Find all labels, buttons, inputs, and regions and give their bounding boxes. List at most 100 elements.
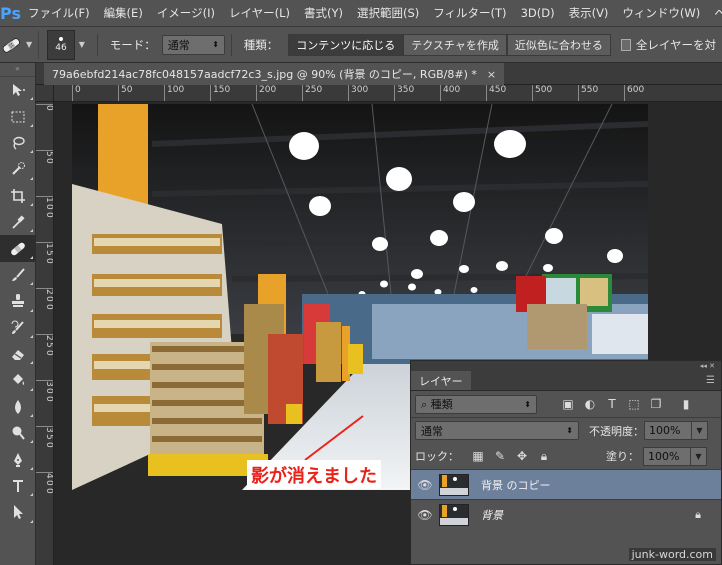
menu-bar: Ps ファイル(F) 編集(E) イメージ(I) レイヤー(L) 書式(Y) 選… bbox=[0, 0, 722, 27]
clone-stamp-tool-icon[interactable] bbox=[0, 288, 36, 314]
eraser-tool-icon[interactable] bbox=[0, 341, 36, 367]
spot-healing-tool-icon[interactable] bbox=[0, 235, 36, 262]
ruler-tick-label: 2 bbox=[36, 334, 53, 341]
fill-input[interactable]: 100% bbox=[643, 446, 691, 466]
quick-select-tool-icon[interactable] bbox=[0, 156, 36, 182]
pen-tool-icon[interactable] bbox=[0, 446, 36, 472]
chevron-down-icon[interactable]: ▼ bbox=[692, 421, 708, 440]
layer-thumbnail bbox=[439, 503, 469, 526]
brush-size-value: 46 bbox=[55, 42, 67, 53]
ruler-tick-label: 2 bbox=[36, 288, 53, 295]
layer-row-background[interactable]: 👁︎ 背景 🔒︎ bbox=[411, 499, 721, 529]
filter-type-icon[interactable]: T bbox=[601, 395, 623, 413]
menu-select[interactable]: 選択範囲(S) bbox=[350, 0, 426, 27]
menu-image[interactable]: イメージ(I) bbox=[150, 0, 222, 27]
type-content-aware-button[interactable]: コンテンツに応じる bbox=[288, 33, 404, 56]
updown-arrows-icon: ⬍ bbox=[524, 399, 531, 409]
chevron-down-icon[interactable]: ▼ bbox=[691, 446, 707, 466]
panel-grip-icon[interactable]: « bbox=[0, 63, 35, 77]
layer-filter-select[interactable]: ⌕ 種類 ⬍ bbox=[415, 394, 537, 414]
layers-panel-title[interactable]: レイヤー bbox=[411, 371, 471, 390]
blend-row: 通常 ⬍ 不透明度： 100% ▼ bbox=[411, 417, 721, 443]
tool-preset-picker[interactable]: ▼ bbox=[0, 30, 40, 59]
type-tool-icon[interactable] bbox=[0, 473, 36, 499]
ruler-tick-label: 550 bbox=[578, 85, 598, 101]
dodge-tool-icon[interactable] bbox=[0, 420, 36, 446]
document-tab[interactable]: 79a6ebfd214ac78fc048157aadcf72c3_s.jpg @… bbox=[44, 63, 505, 85]
ruler-tick-label: 150 bbox=[210, 85, 230, 101]
ruler-tick-label: 600 bbox=[624, 85, 644, 101]
menu-help[interactable]: ヘ bbox=[707, 0, 722, 27]
menu-window[interactable]: ウィンドウ(W) bbox=[615, 0, 707, 27]
menu-filter[interactable]: フィルター(T) bbox=[426, 0, 513, 27]
sample-all-layers-checkbox[interactable] bbox=[620, 38, 631, 51]
menu-edit[interactable]: 編集(E) bbox=[97, 0, 150, 27]
brush-tip-icon bbox=[58, 36, 63, 41]
type-create-texture-button[interactable]: テクスチャを作成 bbox=[403, 33, 507, 56]
ruler-tick-label: 0 bbox=[44, 350, 54, 356]
brush-tool-icon[interactable] bbox=[0, 262, 36, 288]
lock-row: ロック： ▦ ✎ ✥ 🔒︎ 塗り： 100% ▼ bbox=[411, 443, 721, 469]
type-label: 種類： bbox=[243, 37, 279, 52]
ruler-vertical[interactable]: 0 5 0 1 0 0 1 5 0 2 0 0 2 5 0 3 0 0 3 5 … bbox=[36, 102, 54, 565]
lasso-tool-icon[interactable] bbox=[0, 130, 36, 156]
updown-arrows-icon: ⬍ bbox=[212, 40, 219, 49]
move-tool-icon[interactable] bbox=[0, 77, 36, 103]
search-icon: ⌕ 種類 bbox=[421, 398, 453, 411]
ruler-tick-label: 0 bbox=[44, 304, 54, 310]
lock-paint-icon[interactable]: ✎ bbox=[489, 447, 511, 465]
marquee-tool-icon[interactable] bbox=[0, 103, 36, 129]
fill-label: 塗り： bbox=[606, 450, 639, 463]
ruler-tick-label: 0 bbox=[44, 480, 54, 486]
layer-row-background-copy[interactable]: 👁︎ 背景 のコピー bbox=[411, 469, 721, 499]
chevron-down-icon[interactable]: ▼ bbox=[79, 40, 85, 49]
brush-size-picker[interactable]: 46 bbox=[47, 29, 75, 60]
ruler-tick-label: 50 bbox=[118, 85, 132, 101]
ruler-tick-label: 100 bbox=[164, 85, 184, 101]
crop-tool-icon[interactable] bbox=[0, 183, 36, 209]
layer-name: 背景 のコピー bbox=[481, 478, 551, 492]
panel-menu-icon[interactable]: ☰ bbox=[700, 371, 721, 390]
tools-panel: « bbox=[0, 63, 36, 565]
history-brush-tool-icon[interactable] bbox=[0, 315, 36, 341]
layer-name: 背景 bbox=[481, 508, 503, 522]
ruler-tick-label: 3 bbox=[36, 426, 53, 433]
menu-layer[interactable]: レイヤー(L) bbox=[222, 0, 297, 27]
lock-all-icon[interactable]: 🔒︎ bbox=[533, 447, 555, 465]
filter-shape-icon[interactable]: ⬚ bbox=[623, 395, 645, 413]
menu-view[interactable]: 表示(V) bbox=[562, 0, 616, 27]
eye-icon[interactable]: 👁︎ bbox=[411, 478, 439, 492]
close-icon[interactable]: × bbox=[487, 68, 496, 81]
ruler-horizontal[interactable]: 0 50 100 150 200 250 300 350 400 450 500… bbox=[54, 85, 722, 102]
path-select-tool-icon[interactable] bbox=[0, 499, 36, 525]
filter-adjustment-icon[interactable]: ◐ bbox=[579, 395, 601, 413]
type-segmented-control: コンテンツに応じる テクスチャを作成 近似色に合わせる bbox=[288, 33, 611, 56]
eyedropper-tool-icon[interactable] bbox=[0, 209, 36, 235]
lock-position-icon[interactable]: ✥ bbox=[511, 447, 533, 465]
divider bbox=[230, 33, 232, 56]
ruler-tick-label: 5 bbox=[36, 150, 53, 157]
layer-filter-row: ⌕ 種類 ⬍ ▣ ◐ T ⬚ ❐ ▮ bbox=[411, 391, 721, 417]
menu-type[interactable]: 書式(Y) bbox=[297, 0, 350, 27]
filter-toggle-icon[interactable]: ▮ bbox=[675, 395, 697, 413]
filter-pixel-icon[interactable]: ▣ bbox=[557, 395, 579, 413]
lock-label: ロック： bbox=[415, 450, 459, 463]
document-tab-title: 79a6ebfd214ac78fc048157aadcf72c3_s.jpg @… bbox=[52, 68, 477, 81]
menu-3d[interactable]: 3D(D) bbox=[514, 0, 562, 27]
updown-arrows-icon: ⬍ bbox=[566, 426, 573, 435]
lock-transparent-icon[interactable]: ▦ bbox=[467, 447, 489, 465]
blend-mode-select[interactable]: 通常 ⬍ bbox=[415, 421, 579, 440]
filter-smartobject-icon[interactable]: ❐ bbox=[645, 395, 667, 413]
eye-icon[interactable]: 👁︎ bbox=[411, 508, 439, 522]
mode-select[interactable]: 通常 ⬍ bbox=[161, 34, 225, 55]
paint-bucket-tool-icon[interactable] bbox=[0, 367, 36, 393]
menu-file[interactable]: ファイル(F) bbox=[21, 0, 97, 27]
panel-collapse-icon[interactable]: ◂◂ ✕ bbox=[411, 361, 721, 371]
type-proximity-match-button[interactable]: 近似色に合わせる bbox=[506, 33, 611, 56]
ruler-origin[interactable] bbox=[36, 85, 54, 102]
ruler-tick-label: 0 bbox=[44, 296, 54, 302]
ruler-tick-label: 0 bbox=[44, 204, 54, 210]
blur-tool-icon[interactable] bbox=[0, 394, 36, 420]
opacity-input[interactable]: 100% bbox=[644, 421, 692, 440]
ruler-tick-label: 200 bbox=[256, 85, 276, 101]
